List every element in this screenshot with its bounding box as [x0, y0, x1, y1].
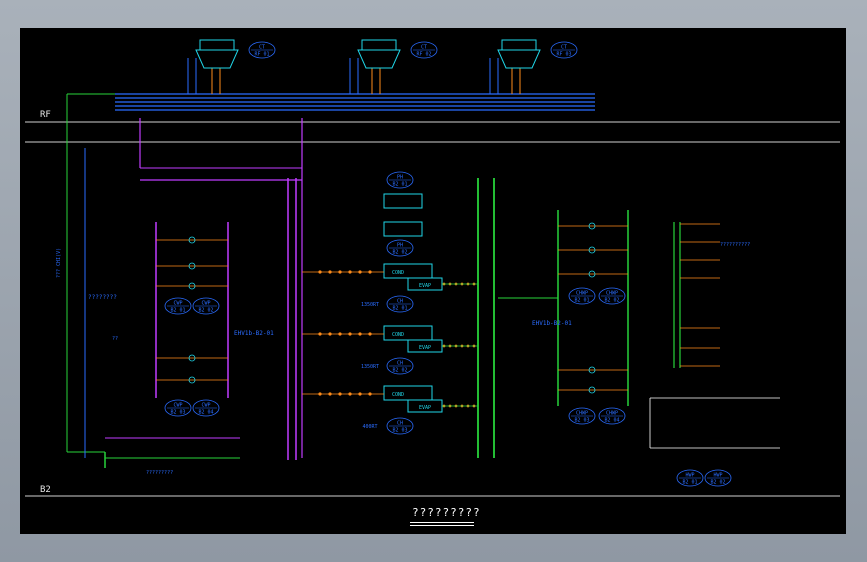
cooling-tower-3-fan: [501, 39, 537, 51]
note-bottom-label: ?????????: [146, 470, 174, 476]
chiller-3-capacity: 400RT: [362, 424, 377, 430]
cooling-tower-1-tag-line2: RF 01: [254, 52, 269, 58]
chiller-1-evap-label: EVAP: [419, 283, 431, 289]
chiller-2-cond-label: COND: [392, 332, 404, 338]
cooling-tower-2-body: [357, 49, 401, 69]
cooling-tower-1-fan: [199, 39, 235, 51]
roof-level-label: RF: [40, 110, 51, 120]
hw-pump-2-tag-line1: HWP: [713, 473, 722, 479]
cad-viewport: CT RF 01 CT RF 02 CT RF 03 PH B2 01 PH B2 02 COND E…: [0, 0, 867, 562]
chw-pump-3-tag-line2: B2 03: [574, 418, 589, 424]
chiller-1-tag-line1: CH: [397, 299, 403, 305]
cooling-tower-1-tag-line1: CT: [259, 45, 265, 51]
drawing-area[interactable]: CT RF 01 CT RF 02 CT RF 03 PH B2 01 PH B2 02 COND E…: [20, 28, 846, 534]
plate-exchanger-2-tag-line2: B2 02: [392, 250, 407, 256]
hw-pump-1-tag-line2: B2 01: [682, 480, 697, 486]
cw-pump-1-tag-line1: CWP: [173, 301, 182, 307]
chiller-2-evap-label: EVAP: [419, 345, 431, 351]
cooling-tower-1-body: [195, 49, 239, 69]
note-right-label: ??????????: [720, 242, 751, 248]
cooling-tower-3-tag-line1: CT: [561, 45, 567, 51]
ehv-left-label: EHV1b-B2-01: [234, 330, 274, 337]
chiller-3-tag-line1: CH: [397, 421, 403, 427]
cooling-tower-2-tag-line2: RF 02: [416, 52, 431, 58]
chiller-3-evap-label: EVAP: [419, 405, 431, 411]
hw-pump-1-tag-line1: HWP: [685, 473, 694, 479]
roof-headers: [115, 93, 595, 111]
cooling-tower-2-tag-line1: CT: [421, 45, 427, 51]
chiller-2-capacity: 1350RT: [361, 364, 379, 370]
hw-pump-2-tag-line2: B2 02: [710, 480, 725, 486]
chw-pump-3-tag-line1: CHWP: [576, 411, 588, 417]
cw-pump-2-tag-line1: CWP: [201, 301, 210, 307]
chw-pump-4-tag-line1: CHWP: [606, 411, 618, 417]
chiller-2-tag-line2: B2 02: [392, 368, 407, 374]
plate-exchanger-1-tag-line2: B2 01: [392, 182, 407, 188]
basement-level-label: B2: [40, 485, 51, 495]
cw-pump-3-tag-line2: B2 03: [170, 410, 185, 416]
tower-orange-lines: [211, 68, 521, 94]
cooling-tower-3-tag-line2: RF 03: [556, 52, 571, 58]
q-label-left: ????????: [88, 294, 117, 301]
chiller-2-tag-line1: CH: [397, 361, 403, 367]
cw-pump-4-tag-line1: CWP: [201, 403, 210, 409]
chiller-3-tag-line2: B2 03: [392, 428, 407, 434]
ehv-right-label: EHV1b-B2-01: [532, 320, 572, 327]
cooling-tower-3-body: [497, 49, 541, 69]
dynamic-marks: CTRF 01CTRF 02CTRF 03PHB2 01PHB2 02CONDE…: [156, 39, 732, 487]
drawing-title: ?????????: [412, 506, 481, 519]
cw-pump-4-tag-line2: B2 04: [198, 410, 213, 416]
title-underline: [410, 522, 474, 523]
tower-feeds: [187, 58, 499, 94]
chw-pump-2-tag-line1: CHWP: [606, 291, 618, 297]
cw-pump-1-tag-line2: B2 01: [170, 308, 185, 314]
chiller-1-tag-line2: B2 01: [392, 306, 407, 312]
cooling-tower-2-fan: [361, 39, 397, 51]
plate-exchanger-1-tag-line1: PH: [397, 175, 403, 181]
pipe-main-label: ??? CHI(V): [56, 247, 62, 278]
schematic-svg: CTRF 01CTRF 02CTRF 03PHB2 01PHB2 02CONDE…: [25, 39, 840, 497]
chw-pump-2-tag-line2: B2 02: [604, 298, 619, 304]
chw-pump-1-tag-line1: CHWP: [576, 291, 588, 297]
cw-pump-3-tag-line1: CWP: [173, 403, 182, 409]
cw-pump-2-tag-line2: B2 02: [198, 308, 213, 314]
title-underline-2: [410, 525, 474, 526]
chw-pump-1-tag-line2: B2 01: [574, 298, 589, 304]
unit-label: ??: [112, 336, 119, 342]
chiller-1-cond-label: COND: [392, 270, 404, 276]
chw-pump-4-tag-line2: B2 04: [604, 418, 619, 424]
plate-exchanger-1: [383, 193, 423, 209]
chiller-1-capacity: 1350RT: [361, 302, 379, 308]
chiller-3-cond-label: COND: [392, 392, 404, 398]
plate-exchanger-2: [383, 221, 423, 237]
plate-exchanger-2-tag-line1: PH: [397, 243, 403, 249]
